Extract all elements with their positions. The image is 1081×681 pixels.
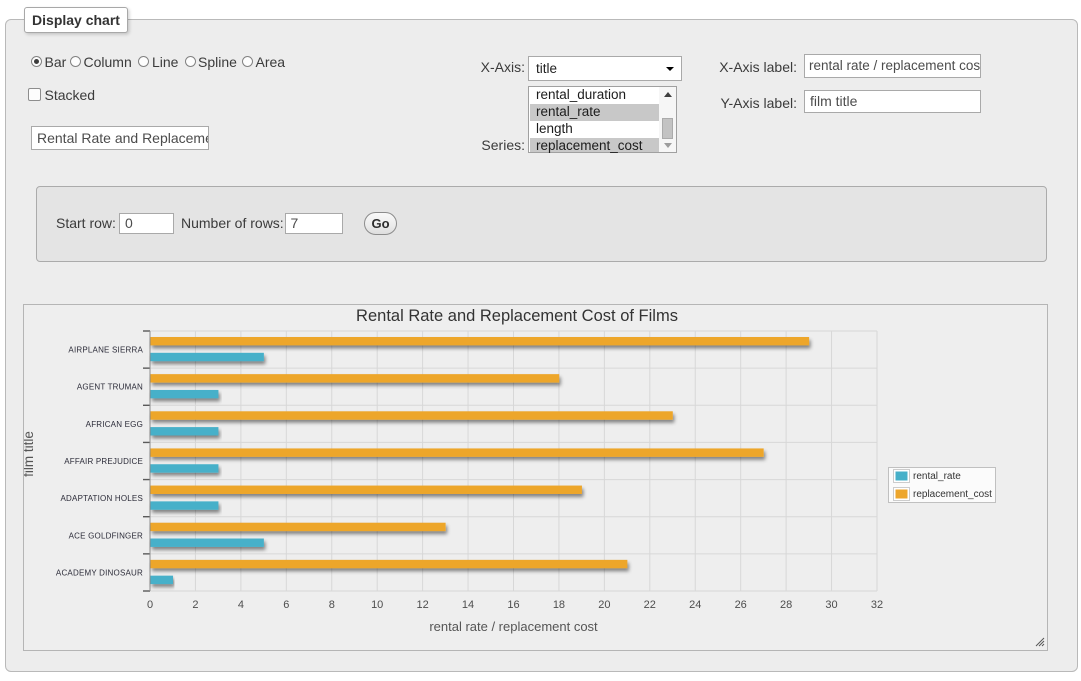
svg-text:12: 12 [416, 599, 428, 611]
svg-text:AFFAIR PREJUDICE: AFFAIR PREJUDICE [64, 457, 143, 466]
svg-text:26: 26 [735, 599, 747, 611]
svg-text:30: 30 [825, 599, 837, 611]
svg-text:22: 22 [644, 599, 656, 611]
svg-text:ADAPTATION HOLES: ADAPTATION HOLES [61, 494, 143, 503]
svg-text:8: 8 [329, 599, 335, 611]
svg-text:6: 6 [283, 599, 289, 611]
svg-text:film title: film title [24, 431, 36, 477]
svg-text:2: 2 [192, 599, 198, 611]
svg-text:0: 0 [147, 599, 153, 611]
svg-text:10: 10 [371, 599, 383, 611]
svg-text:ACE GOLDFINGER: ACE GOLDFINGER [69, 531, 143, 540]
svg-text:20: 20 [598, 599, 610, 611]
svg-text:rental_rate: rental_rate [913, 471, 961, 482]
svg-text:Rental Rate and Replacement Co: Rental Rate and Replacement Cost of Film… [356, 307, 678, 325]
svg-text:32: 32 [871, 599, 883, 611]
svg-text:ACADEMY DINOSAUR: ACADEMY DINOSAUR [56, 568, 143, 577]
svg-text:AFRICAN EGG: AFRICAN EGG [86, 420, 143, 429]
svg-text:AGENT TRUMAN: AGENT TRUMAN [77, 383, 143, 392]
svg-text:16: 16 [507, 599, 519, 611]
svg-text:rental rate / replacement cost: rental rate / replacement cost [429, 619, 598, 634]
svg-text:18: 18 [553, 599, 565, 611]
svg-text:4: 4 [238, 599, 244, 611]
svg-text:14: 14 [462, 599, 474, 611]
svg-text:24: 24 [689, 599, 701, 611]
svg-text:28: 28 [780, 599, 792, 611]
svg-text:replacement_cost: replacement_cost [913, 489, 992, 500]
svg-text:AIRPLANE SIERRA: AIRPLANE SIERRA [68, 346, 143, 355]
